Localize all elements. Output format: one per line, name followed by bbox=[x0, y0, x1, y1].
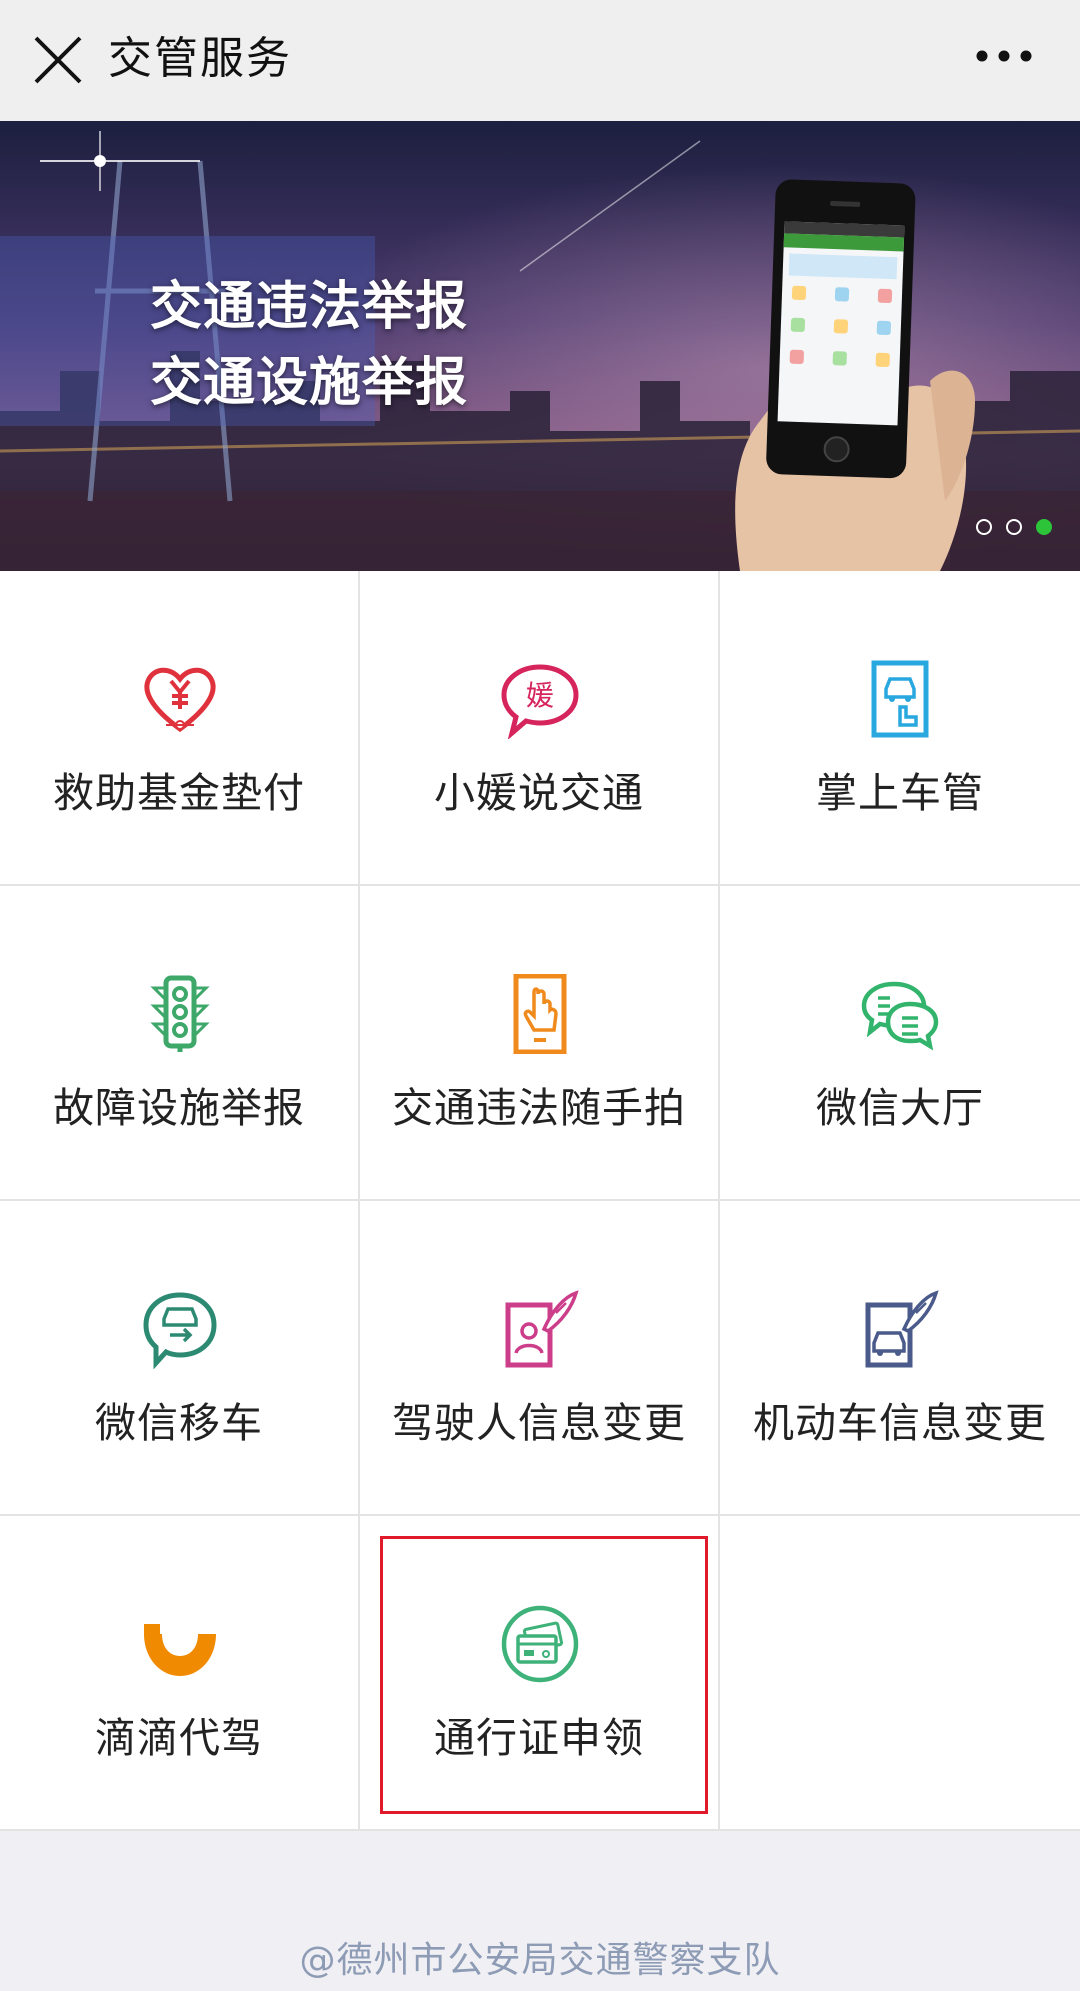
empty-cell bbox=[720, 1516, 1080, 1831]
driver-edit-icon bbox=[505, 1290, 579, 1368]
service-label: 小媛说交通 bbox=[434, 769, 644, 817]
phone-hand-icon bbox=[513, 974, 567, 1054]
service-mobile-vehicle-admin[interactable]: 掌上车管 bbox=[720, 571, 1080, 886]
service-facility-fault-report[interactable]: 故障设施举报 bbox=[0, 886, 360, 1201]
service-grid: 救助基金垫付 媛 小媛说交通 掌上车管 故障设施举报 交通违法随手拍 微信大厅 … bbox=[0, 571, 1080, 1831]
service-label: 机动车信息变更 bbox=[753, 1399, 1047, 1447]
service-wechat-move-car[interactable]: 微信移车 bbox=[0, 1201, 360, 1516]
footer-credit: @德州市公安局交通警察支队 bbox=[299, 1940, 781, 1981]
service-pass-application[interactable]: 通行证申领 bbox=[360, 1516, 720, 1831]
page-title: 交管服务 bbox=[108, 33, 292, 84]
carousel-dot-2[interactable] bbox=[1006, 519, 1022, 535]
heart-yen-icon bbox=[144, 667, 216, 733]
service-driver-info-change[interactable]: 驾驶人信息变更 bbox=[360, 1201, 720, 1516]
service-label: 故障设施举报 bbox=[53, 1084, 305, 1132]
service-label: 交通违法随手拍 bbox=[392, 1084, 686, 1132]
vehicle-edit-icon bbox=[865, 1290, 939, 1368]
service-label: 微信移车 bbox=[95, 1399, 263, 1447]
service-label: 通行证申领 bbox=[434, 1714, 644, 1762]
svg-text:媛: 媛 bbox=[526, 679, 554, 712]
service-label: 滴滴代驾 bbox=[95, 1714, 263, 1762]
service-didi-driver[interactable]: 滴滴代驾 bbox=[0, 1516, 360, 1831]
banner-line-1: 交通违法举报 bbox=[150, 277, 469, 337]
banner-line-2: 交通设施举报 bbox=[150, 353, 469, 413]
traffic-light-icon bbox=[150, 975, 210, 1052]
service-wechat-hall[interactable]: 微信大厅 bbox=[720, 886, 1080, 1201]
footer: @德州市公安局交通警察支队 bbox=[0, 1831, 1080, 1991]
service-vehicle-info-change[interactable]: 机动车信息变更 bbox=[720, 1201, 1080, 1516]
didi-icon bbox=[144, 1624, 216, 1676]
close-icon[interactable] bbox=[30, 32, 86, 88]
chat-bubble-yuan-icon: 媛 bbox=[501, 664, 579, 739]
title-bar: 交管服务 bbox=[0, 0, 1080, 122]
banner-carousel[interactable]: 交通违法举报 交通设施举报 bbox=[0, 121, 1080, 571]
carousel-dot-3[interactable] bbox=[1036, 519, 1052, 535]
carousel-dot-1[interactable] bbox=[976, 519, 992, 535]
service-label: 救助基金垫付 bbox=[53, 769, 305, 817]
service-rescue-fund[interactable]: 救助基金垫付 bbox=[0, 571, 360, 886]
carousel-indicators bbox=[976, 519, 1052, 535]
more-options-icon[interactable] bbox=[972, 36, 1036, 76]
phone-car-icon bbox=[871, 660, 929, 738]
chat-bubbles-icon bbox=[861, 981, 939, 1051]
service-label: 驾驶人信息变更 bbox=[392, 1399, 686, 1447]
service-label: 微信大厅 bbox=[816, 1084, 984, 1132]
banner-caption: 交通违法举报 交通设施举报 bbox=[150, 269, 520, 421]
service-label: 掌上车管 bbox=[816, 769, 984, 817]
car-move-icon bbox=[143, 1292, 217, 1369]
pass-card-icon bbox=[501, 1605, 579, 1683]
service-violation-snapshot[interactable]: 交通违法随手拍 bbox=[360, 886, 720, 1201]
service-xiaoyuan-traffic[interactable]: 媛 小媛说交通 bbox=[360, 571, 720, 886]
